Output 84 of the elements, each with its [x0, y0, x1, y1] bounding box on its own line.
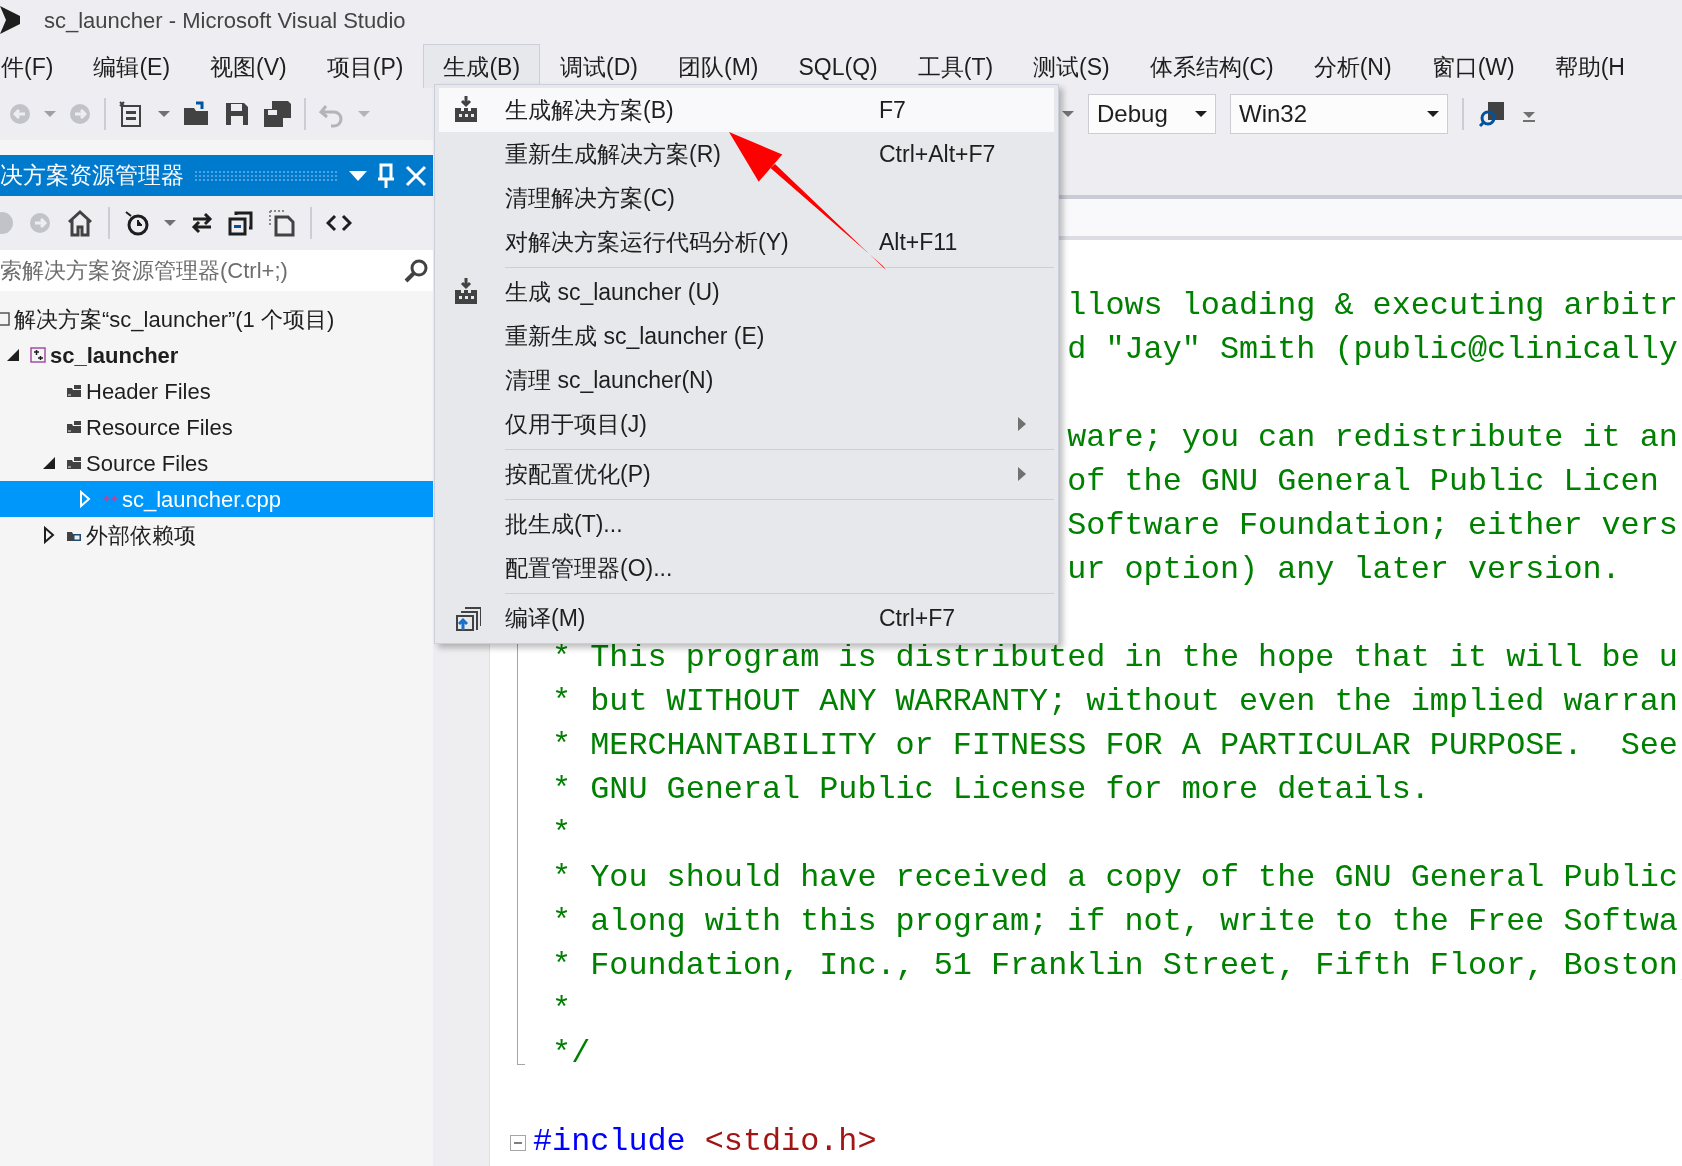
- code-line: llows loading & executing arbitr: [1067, 287, 1678, 327]
- menu-item[interactable]: 分析(N): [1293, 44, 1412, 88]
- menu-item[interactable]: 清理解决方案(C): [439, 176, 1054, 220]
- code-line: Software Foundation; either vers: [1067, 507, 1678, 547]
- project-icon: [30, 347, 46, 363]
- expanded-arrow-icon[interactable]: [6, 348, 20, 362]
- fold-minus-icon[interactable]: [510, 1135, 526, 1151]
- code-line: * GNU General Public License for more details.: [551, 771, 1430, 811]
- logo-icon: [0, 3, 20, 37]
- menu-item[interactable]: 仅用于项目(J): [439, 402, 1054, 446]
- caret-icon[interactable]: [1195, 110, 1207, 118]
- menu-item[interactable]: 批生成(T)...: [439, 502, 1054, 546]
- menu-item[interactable]: 按配置优化(P): [439, 452, 1054, 496]
- menu-item[interactable]: 件(F): [0, 44, 74, 88]
- save-icon[interactable]: [224, 101, 250, 127]
- code-line: #include <stdio.h>: [533, 1123, 877, 1163]
- menu-item[interactable]: 窗口(W): [1411, 44, 1535, 88]
- tree-item[interactable]: Resource Files: [0, 409, 433, 445]
- menu-item[interactable]: 调试(D): [540, 44, 658, 88]
- code-line: * This program is distributed in the hope that it will be u: [551, 639, 1678, 679]
- properties-icon[interactable]: [268, 209, 296, 237]
- window-title: sc_launcher - Microsoft Visual Studio: [44, 6, 406, 35]
- compile-icon: [453, 604, 481, 632]
- expanded-arrow-icon[interactable]: [42, 456, 56, 470]
- folder-icon: [66, 383, 82, 399]
- dropdown-icon[interactable]: [349, 169, 367, 182]
- tree-item[interactable]: sc_launcher: [0, 337, 433, 373]
- menu-item[interactable]: SQL(Q): [778, 44, 898, 88]
- tree-item[interactable]: 解决方案“sc_launcher”(1 个项目): [0, 301, 433, 337]
- shortcut-label: F7: [879, 95, 907, 125]
- menu-item[interactable]: 测试(S): [1013, 44, 1130, 88]
- close-icon[interactable]: [405, 164, 427, 187]
- menu-item[interactable]: 帮助(H: [1534, 44, 1645, 88]
- home-icon[interactable]: [66, 209, 94, 237]
- menu-item[interactable]: 清理 sc_launcher(N): [439, 358, 1054, 402]
- sync-icon[interactable]: [190, 211, 214, 235]
- caret-icon[interactable]: [1427, 110, 1439, 118]
- folder-icon: [66, 455, 82, 471]
- panel-title: 决方案资源管理器: [0, 161, 184, 191]
- code-line: *: [551, 991, 572, 1031]
- menu-item[interactable]: 编译(M) Ctrl+F7: [439, 596, 1054, 640]
- menu-item[interactable]: 体系结构(C): [1129, 44, 1294, 88]
- collapse-all-icon[interactable]: [228, 210, 254, 236]
- menu-item[interactable]: 团队(M): [658, 44, 779, 88]
- menu-item[interactable]: 生成 sc_launcher (U): [439, 270, 1054, 314]
- search-icon[interactable]: [403, 257, 429, 284]
- submenu-arrow-icon: [1018, 417, 1026, 431]
- menu-item[interactable]: 生成解决方案(B) F7: [439, 88, 1054, 132]
- code-line: *: [551, 815, 572, 855]
- code-line: of the GNU General Public Licen: [1067, 463, 1659, 503]
- shortcut-label: Ctrl+F7: [879, 603, 957, 633]
- code-line: * but WITHOUT ANY WARRANTY; without even the implied warran: [551, 683, 1678, 723]
- platform-dropdown[interactable]: Win32: [1230, 94, 1448, 134]
- menu-item[interactable]: 重新生成 sc_launcher (E): [439, 314, 1054, 358]
- code-line: */: [551, 1035, 591, 1075]
- code-line: * You should have received a copy of the GNU General Public: [551, 859, 1678, 899]
- code-icon[interactable]: [326, 214, 352, 232]
- code-line: d "Jay" Smith (public@clinically: [1067, 331, 1678, 371]
- menu-item[interactable]: 工具(T): [897, 44, 1014, 88]
- code-line: * MERCHANTABILITY or FITNESS FOR A PARTICULAR PURPOSE. See: [551, 727, 1678, 767]
- code-line: ware; you can redistribute it an: [1067, 419, 1678, 459]
- tree-item[interactable]: 外部依赖项: [0, 517, 433, 553]
- menu-item[interactable]: 视图(V): [190, 44, 307, 88]
- code-line: ur option) any later version.: [1067, 551, 1621, 591]
- configuration-dropdown[interactable]: Debug: [1088, 94, 1216, 134]
- collapsed-arrow-icon[interactable]: [43, 526, 55, 544]
- shortcut-label: Alt+F11: [879, 227, 959, 257]
- menu-item[interactable]: 重新生成解决方案(R) Ctrl+Alt+F7: [439, 132, 1054, 176]
- tree-item[interactable]: Header Files: [0, 373, 433, 409]
- menu-item[interactable]: 生成(B): [423, 44, 541, 88]
- menu-item[interactable]: 配置管理器(O)...: [439, 546, 1054, 590]
- menu-item[interactable]: 对解决方案运行代码分析(Y) Alt+F11: [439, 220, 1054, 264]
- pin-icon[interactable]: [377, 162, 395, 189]
- menu-item[interactable]: 项目(P): [306, 44, 424, 88]
- code-line: * Foundation, Inc., 51 Franklin Street, Fifth Floor, Boston,: [551, 947, 1682, 987]
- clock-icon[interactable]: [124, 210, 150, 236]
- tree-item[interactable]: Source Files: [0, 445, 433, 481]
- submenu-arrow-icon: [1018, 467, 1026, 481]
- save-all-icon[interactable]: [262, 100, 292, 128]
- shortcut-label: Ctrl+Alt+F7: [879, 139, 997, 169]
- folder-icon: [66, 419, 82, 435]
- code-line: * along with this program; if not, write to the Free Softwa: [551, 903, 1678, 943]
- search-field[interactable]: 索解决方案资源管理器(Ctrl+;): [0, 250, 433, 291]
- menu-item[interactable]: 编辑(E): [73, 44, 191, 88]
